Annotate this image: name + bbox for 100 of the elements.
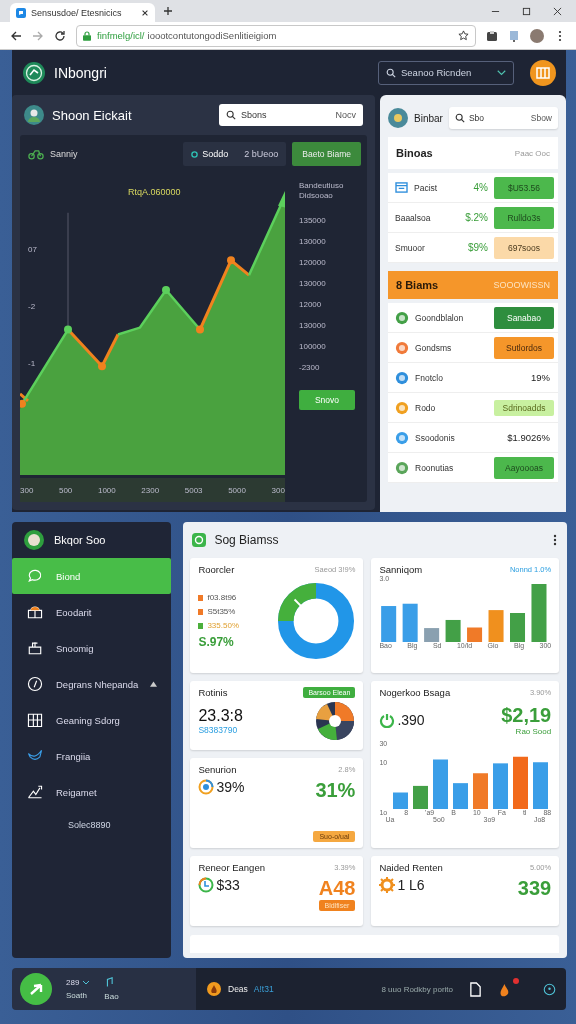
extension-icon[interactable] bbox=[486, 29, 498, 42]
dock-label: Bao bbox=[104, 992, 119, 1001]
row-value: 4% bbox=[473, 182, 488, 193]
avatar-icon bbox=[388, 108, 408, 128]
arrow-head bbox=[278, 191, 285, 209]
fire-icon[interactable] bbox=[498, 981, 511, 997]
compass-icon bbox=[26, 675, 44, 693]
row-value: $9% bbox=[468, 242, 488, 253]
stat-value: S.97% bbox=[198, 635, 235, 649]
star-icon[interactable] bbox=[458, 30, 469, 41]
axis-tick-label: -1 bbox=[28, 359, 37, 368]
axis-tick-label: 135000 bbox=[299, 215, 326, 225]
axis-tick-label: 2300 bbox=[141, 485, 160, 495]
chevron-down-icon bbox=[82, 980, 91, 985]
banner-value: SOOOWISSN bbox=[493, 280, 550, 290]
lock-icon bbox=[83, 30, 91, 41]
logo-icon bbox=[24, 530, 44, 550]
sidebar-item[interactable]: Degrans Nhepanda bbox=[12, 666, 172, 702]
legend-label: f03.8t96 bbox=[207, 593, 237, 602]
search-field[interactable]: Sbons Nocv bbox=[219, 104, 363, 126]
calendar-icon bbox=[395, 182, 408, 193]
stat-value: .390 bbox=[397, 712, 425, 728]
clipboard-icon[interactable] bbox=[508, 29, 520, 42]
address-bar[interactable]: finfmelg/icl/ ioootcontutongodiSenlitieigiom bbox=[76, 24, 476, 47]
trend-icon bbox=[26, 783, 44, 801]
chart-label: Sanniy bbox=[50, 149, 79, 159]
row-label: Goondblalon bbox=[415, 312, 465, 323]
chart-note: RtqA.060000 bbox=[128, 187, 181, 197]
axis-tick-label: -2 bbox=[28, 302, 37, 311]
avatar-icon bbox=[24, 105, 44, 125]
play-button[interactable] bbox=[20, 973, 52, 1005]
status-pill: Sutlordos bbox=[494, 336, 554, 359]
status-text: 8 uuo Rodkby porito bbox=[381, 984, 453, 994]
big-number: A48 bbox=[318, 877, 356, 900]
search-icon bbox=[226, 110, 236, 120]
data-point bbox=[98, 362, 106, 371]
data-point bbox=[20, 399, 26, 408]
panel-title: Sog Biamss bbox=[214, 533, 280, 547]
row-label: Baaalsoa bbox=[395, 212, 432, 223]
stat-value: $33 bbox=[216, 877, 240, 893]
big-number: 31% bbox=[315, 779, 356, 802]
data-point bbox=[162, 286, 170, 294]
toggle-option[interactable]: Soddo bbox=[183, 149, 237, 159]
maximize-icon[interactable] bbox=[522, 6, 531, 16]
clock-icon bbox=[198, 877, 215, 893]
stat-value: 23.3:8 bbox=[198, 707, 244, 725]
reload-icon[interactable] bbox=[54, 29, 66, 42]
dock-label: Soath bbox=[66, 991, 87, 1000]
avatar[interactable] bbox=[530, 28, 544, 43]
sidebar-item[interactable]: Snoomig bbox=[12, 630, 172, 666]
toggle-option[interactable]: 2 bUeoo bbox=[236, 149, 287, 159]
grid-icon bbox=[26, 711, 44, 729]
sidebar-item[interactable]: Reigamet bbox=[12, 774, 172, 810]
search-icon bbox=[454, 113, 465, 123]
stat-subtext: S8383790 bbox=[198, 725, 239, 735]
flame-icon[interactable] bbox=[206, 981, 222, 997]
new-tab-icon[interactable] bbox=[163, 6, 173, 16]
inbox-icon bbox=[26, 639, 44, 657]
dropdown[interactable]: 289 bbox=[66, 978, 91, 987]
close-icon[interactable] bbox=[141, 8, 149, 17]
grid-button[interactable] bbox=[530, 59, 556, 86]
browser-tab[interactable]: Sensusdoe/ Etesnicics bbox=[10, 3, 155, 22]
power-icon bbox=[379, 712, 396, 728]
sidebar-item[interactable]: Frangiia bbox=[12, 738, 172, 774]
card-title: Naided Renten bbox=[379, 862, 443, 873]
action-button[interactable]: Baeto Biame bbox=[292, 142, 361, 166]
stat-subtext: Rao Sood bbox=[515, 727, 552, 736]
close-icon[interactable] bbox=[553, 6, 562, 16]
stat-value: 1 L6 bbox=[397, 877, 425, 893]
bicycle-icon bbox=[28, 148, 44, 160]
axis-tick-label: 130000 bbox=[299, 278, 326, 288]
status-pill: 697soos bbox=[494, 236, 554, 259]
panel-title: Binbar bbox=[414, 112, 443, 124]
music-note-icon[interactable] bbox=[104, 977, 115, 988]
row-value: 19% bbox=[531, 372, 551, 383]
row-label: Gondsms bbox=[415, 342, 453, 353]
big-number: 339 bbox=[517, 877, 552, 900]
card-title: Rotinis bbox=[198, 687, 228, 698]
stat-value: 39% bbox=[216, 779, 245, 795]
app-name: Deas bbox=[228, 984, 248, 994]
search-icon bbox=[386, 67, 396, 78]
row-label: Rodo bbox=[415, 402, 437, 413]
sidebar-item[interactable]: Eoodarit bbox=[12, 594, 172, 630]
search-field[interactable]: Seanoo Ricnden bbox=[378, 60, 514, 85]
legend-text: Bandeutiuso Didsooao bbox=[299, 181, 344, 202]
profile-icon[interactable] bbox=[543, 981, 556, 997]
chevron-down-icon bbox=[497, 69, 506, 76]
sidebar-item[interactable]: Geaning Sdorg bbox=[12, 702, 172, 738]
status-pill: Rulldo3s bbox=[494, 206, 554, 229]
more-icon[interactable] bbox=[553, 534, 558, 546]
axis-tick-label: 500 bbox=[58, 485, 73, 495]
pie-chart-drawing bbox=[315, 701, 356, 741]
caret-up-icon bbox=[150, 681, 158, 687]
back-icon[interactable] bbox=[10, 29, 22, 42]
document-icon[interactable] bbox=[469, 981, 482, 997]
app-tag: A!t31 bbox=[253, 984, 376, 994]
axis-tick-label: 120000 bbox=[299, 257, 326, 267]
axis-tick-label: 07 bbox=[28, 245, 37, 254]
search-field[interactable]: Sbo Sbow bbox=[448, 107, 558, 129]
footer-text: Solec8890 bbox=[67, 819, 112, 830]
